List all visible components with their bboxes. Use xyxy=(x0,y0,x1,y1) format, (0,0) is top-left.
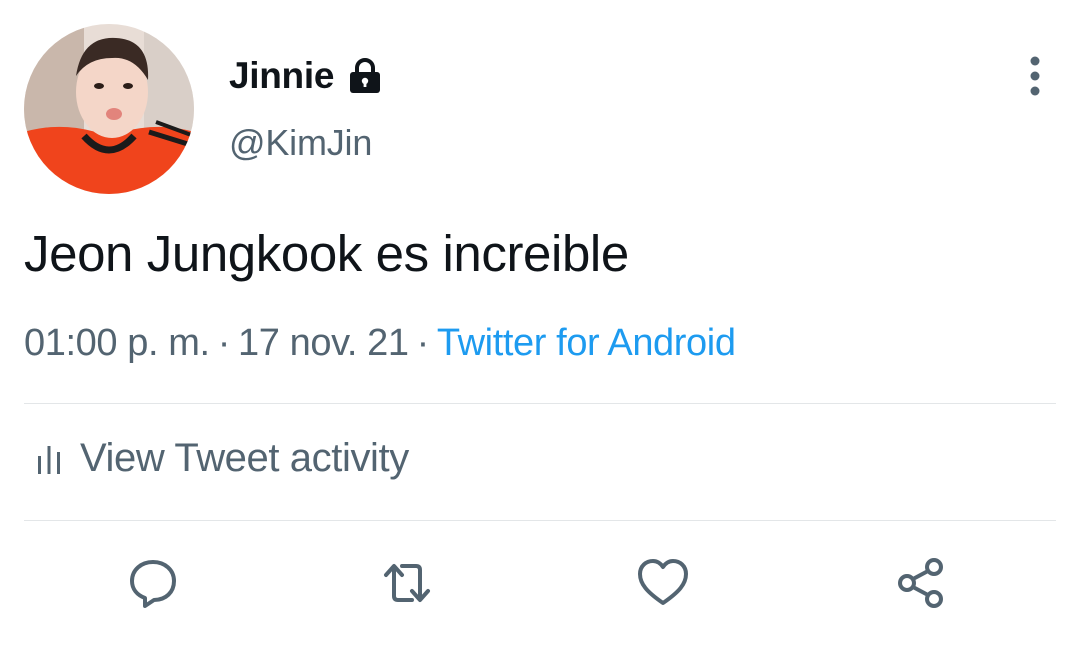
tweet-metadata: 01:00 p. m. · 17 nov. 21 · Twitter for Andro… xyxy=(24,322,736,365)
share-button[interactable] xyxy=(894,556,948,610)
retweet-icon xyxy=(384,564,430,602)
more-options-icon[interactable] xyxy=(1016,55,1054,97)
tweet-source-link[interactable]: Twitter for Android xyxy=(437,322,736,364)
tweet-time: 01:00 p. m. xyxy=(24,322,210,364)
avatar-image xyxy=(24,24,194,194)
retweet-button[interactable] xyxy=(380,556,434,610)
reply-button[interactable] xyxy=(126,556,180,610)
meta-separator: · xyxy=(416,322,430,364)
tweet-date: 17 nov. 21 xyxy=(237,322,409,364)
like-button[interactable] xyxy=(636,556,690,610)
divider xyxy=(24,520,1056,521)
divider xyxy=(24,403,1056,404)
author-name-row: Jinnie xyxy=(229,52,382,100)
activity-label: View Tweet activity xyxy=(80,436,409,480)
analytics-icon xyxy=(38,445,60,474)
share-icon xyxy=(898,558,943,608)
heart-icon xyxy=(638,559,688,605)
username-handle[interactable]: @KimJin xyxy=(229,122,372,164)
meta-separator: · xyxy=(217,322,231,364)
display-name[interactable]: Jinnie xyxy=(229,55,334,97)
lock-icon xyxy=(350,58,381,93)
view-tweet-activity-button[interactable]: View Tweet activity xyxy=(36,436,409,481)
reply-icon xyxy=(130,560,176,608)
avatar[interactable] xyxy=(24,24,194,194)
tweet-detail: Jinnie @KimJin Jeon Jungkook es increibl… xyxy=(0,0,1080,659)
tweet-text: Jeon Jungkook es increible xyxy=(24,225,629,282)
